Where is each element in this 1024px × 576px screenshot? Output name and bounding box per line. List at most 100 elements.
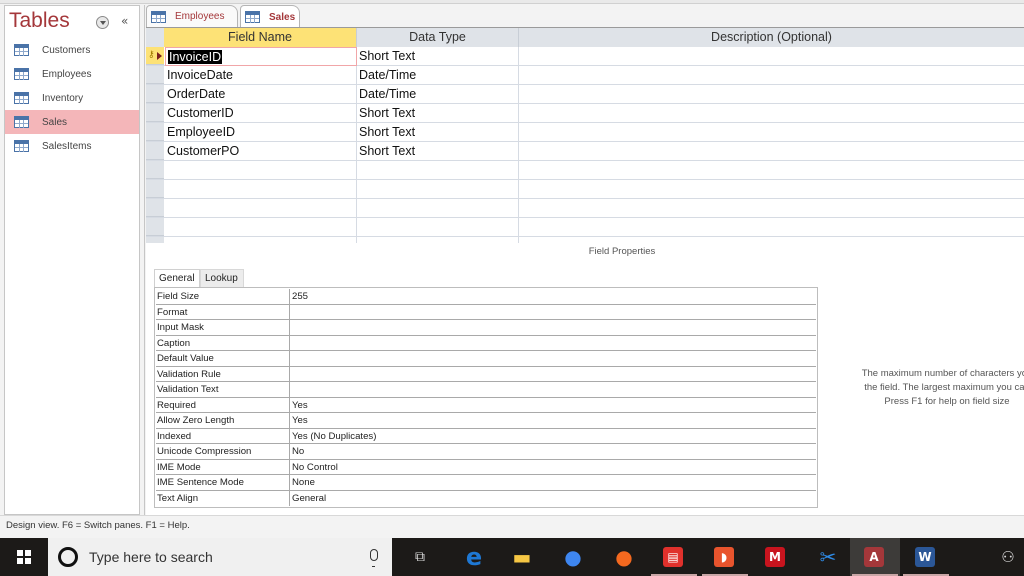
property-row-field-size: Field Size 255 bbox=[156, 289, 816, 305]
row-selector[interactable] bbox=[146, 104, 164, 122]
field-name-cell[interactable] bbox=[165, 180, 357, 199]
nav-item-label: Customers bbox=[42, 44, 91, 56]
nav-pane-splitter[interactable] bbox=[140, 5, 145, 515]
field-name-cell[interactable]: InvoiceDate bbox=[165, 66, 357, 85]
taskbar-search-box[interactable]: Type here to search bbox=[48, 538, 392, 576]
task-view-icon[interactable]: ⧉ bbox=[408, 545, 432, 569]
property-value-input[interactable]: No bbox=[290, 444, 816, 459]
mcafee-icon[interactable]: M bbox=[765, 547, 785, 567]
nav-item-sales[interactable]: Sales bbox=[5, 110, 139, 134]
property-name: Text Align bbox=[156, 490, 290, 506]
chrome-icon[interactable]: ● bbox=[561, 545, 585, 569]
word-icon[interactable]: W bbox=[915, 547, 935, 567]
description-cell[interactable] bbox=[519, 123, 1024, 142]
property-value-input[interactable] bbox=[290, 351, 816, 366]
data-type-cell[interactable]: Short Text bbox=[357, 47, 519, 66]
property-value-input[interactable] bbox=[290, 305, 816, 320]
nav-item-inventory[interactable]: Inventory bbox=[5, 86, 139, 110]
property-row-text-align: Text Align General bbox=[156, 490, 816, 507]
row-selector[interactable] bbox=[146, 199, 164, 217]
header-field-name[interactable]: Field Name bbox=[164, 28, 357, 47]
document-tabs: Employees Sales bbox=[146, 5, 1024, 28]
grid-header: Field Name Data Type Description (Option… bbox=[146, 28, 1024, 47]
field-row: CustomerPO Short Text bbox=[146, 142, 1024, 161]
property-value-input[interactable]: No Control bbox=[290, 460, 816, 475]
tab-employees[interactable]: Employees bbox=[146, 5, 238, 27]
nav-item-employees[interactable]: Employees bbox=[5, 62, 139, 86]
field-name-cell[interactable] bbox=[165, 161, 357, 180]
field-name-cell[interactable]: EmployeeID bbox=[165, 123, 357, 142]
field-name-cell[interactable] bbox=[165, 218, 357, 237]
property-value-input[interactable] bbox=[290, 367, 816, 382]
table-design-grid: Field Name Data Type Description (Option… bbox=[146, 28, 1024, 256]
property-row-ime-sentence-mode: IME Sentence Mode None bbox=[156, 475, 816, 491]
data-type-cell[interactable]: Date/Time bbox=[357, 66, 519, 85]
property-value-input[interactable]: General bbox=[290, 491, 816, 507]
reader-icon[interactable]: ▤ bbox=[663, 547, 683, 567]
data-type-cell[interactable]: Short Text bbox=[357, 123, 519, 142]
property-name: Allow Zero Length bbox=[156, 413, 290, 428]
data-type-cell[interactable]: Short Text bbox=[357, 104, 519, 123]
people-icon[interactable]: ⚇ bbox=[996, 545, 1020, 569]
app-orange-icon[interactable]: ◗ bbox=[714, 547, 734, 567]
nav-pane-menu-icon[interactable] bbox=[96, 16, 109, 29]
description-cell[interactable] bbox=[519, 180, 1024, 199]
property-value-input[interactable]: Yes bbox=[290, 398, 816, 413]
data-type-cell[interactable] bbox=[357, 218, 519, 237]
description-cell[interactable] bbox=[519, 218, 1024, 237]
header-description[interactable]: Description (Optional) bbox=[519, 28, 1024, 47]
table-icon bbox=[14, 44, 29, 56]
microphone-icon[interactable] bbox=[370, 549, 378, 567]
field-name-cell[interactable]: InvoiceID bbox=[165, 47, 357, 66]
data-type-cell[interactable]: Date/Time bbox=[357, 85, 519, 104]
field-name-cell[interactable]: CustomerPO bbox=[165, 142, 357, 161]
snipping-tool-icon[interactable]: ✂ bbox=[816, 545, 840, 569]
field-row: ⚷ InvoiceID Short Text bbox=[146, 47, 1024, 66]
description-cell[interactable] bbox=[519, 199, 1024, 218]
edge-icon[interactable]: e bbox=[462, 543, 486, 571]
nav-item-salesitems[interactable]: SalesItems bbox=[5, 134, 139, 158]
row-selector[interactable] bbox=[146, 218, 164, 236]
data-type-cell[interactable] bbox=[357, 180, 519, 199]
property-value-input[interactable] bbox=[290, 336, 816, 351]
field-name-text: OrderDate bbox=[167, 87, 226, 101]
property-value-input[interactable]: None bbox=[290, 475, 816, 490]
row-selector[interactable] bbox=[146, 123, 164, 141]
property-value-input[interactable] bbox=[290, 320, 816, 335]
header-data-type[interactable]: Data Type bbox=[357, 28, 519, 47]
field-name-cell[interactable]: OrderDate bbox=[165, 85, 357, 104]
description-cell[interactable] bbox=[519, 47, 1024, 66]
description-cell[interactable] bbox=[519, 66, 1024, 85]
firefox-icon[interactable]: ● bbox=[612, 545, 636, 569]
nav-item-customers[interactable]: Customers bbox=[5, 38, 139, 62]
field-name-cell[interactable]: CustomerID bbox=[165, 104, 357, 123]
row-selector[interactable] bbox=[146, 142, 164, 160]
description-cell[interactable] bbox=[519, 104, 1024, 123]
row-selector[interactable]: ⚷ bbox=[146, 47, 164, 65]
property-value-input[interactable]: 255 bbox=[290, 289, 816, 304]
data-type-cell[interactable] bbox=[357, 161, 519, 180]
property-value-input[interactable]: Yes bbox=[290, 413, 816, 428]
tab-general[interactable]: General bbox=[154, 269, 200, 288]
property-value-input[interactable] bbox=[290, 382, 816, 397]
primary-key-icon: ⚷ bbox=[148, 50, 155, 60]
nav-item-label: SalesItems bbox=[42, 140, 92, 152]
start-button[interactable] bbox=[0, 538, 48, 576]
property-name: Required bbox=[156, 397, 290, 412]
row-selector[interactable] bbox=[146, 161, 164, 179]
shutter-bar-collapse-icon[interactable]: « bbox=[121, 14, 128, 28]
row-selector[interactable] bbox=[146, 85, 164, 103]
description-cell[interactable] bbox=[519, 85, 1024, 104]
data-type-cell[interactable] bbox=[357, 199, 519, 218]
row-selector[interactable] bbox=[146, 66, 164, 84]
data-type-cell[interactable]: Short Text bbox=[357, 142, 519, 161]
property-value-input[interactable]: Yes (No Duplicates) bbox=[290, 429, 816, 444]
tab-lookup[interactable]: Lookup bbox=[200, 269, 244, 288]
description-cell[interactable] bbox=[519, 161, 1024, 180]
row-selector[interactable] bbox=[146, 180, 164, 198]
access-icon[interactable]: A bbox=[864, 547, 884, 567]
field-name-cell[interactable] bbox=[165, 199, 357, 218]
tab-sales[interactable]: Sales bbox=[240, 5, 300, 28]
file-explorer-icon[interactable]: ▬ bbox=[510, 545, 534, 569]
description-cell[interactable] bbox=[519, 142, 1024, 161]
